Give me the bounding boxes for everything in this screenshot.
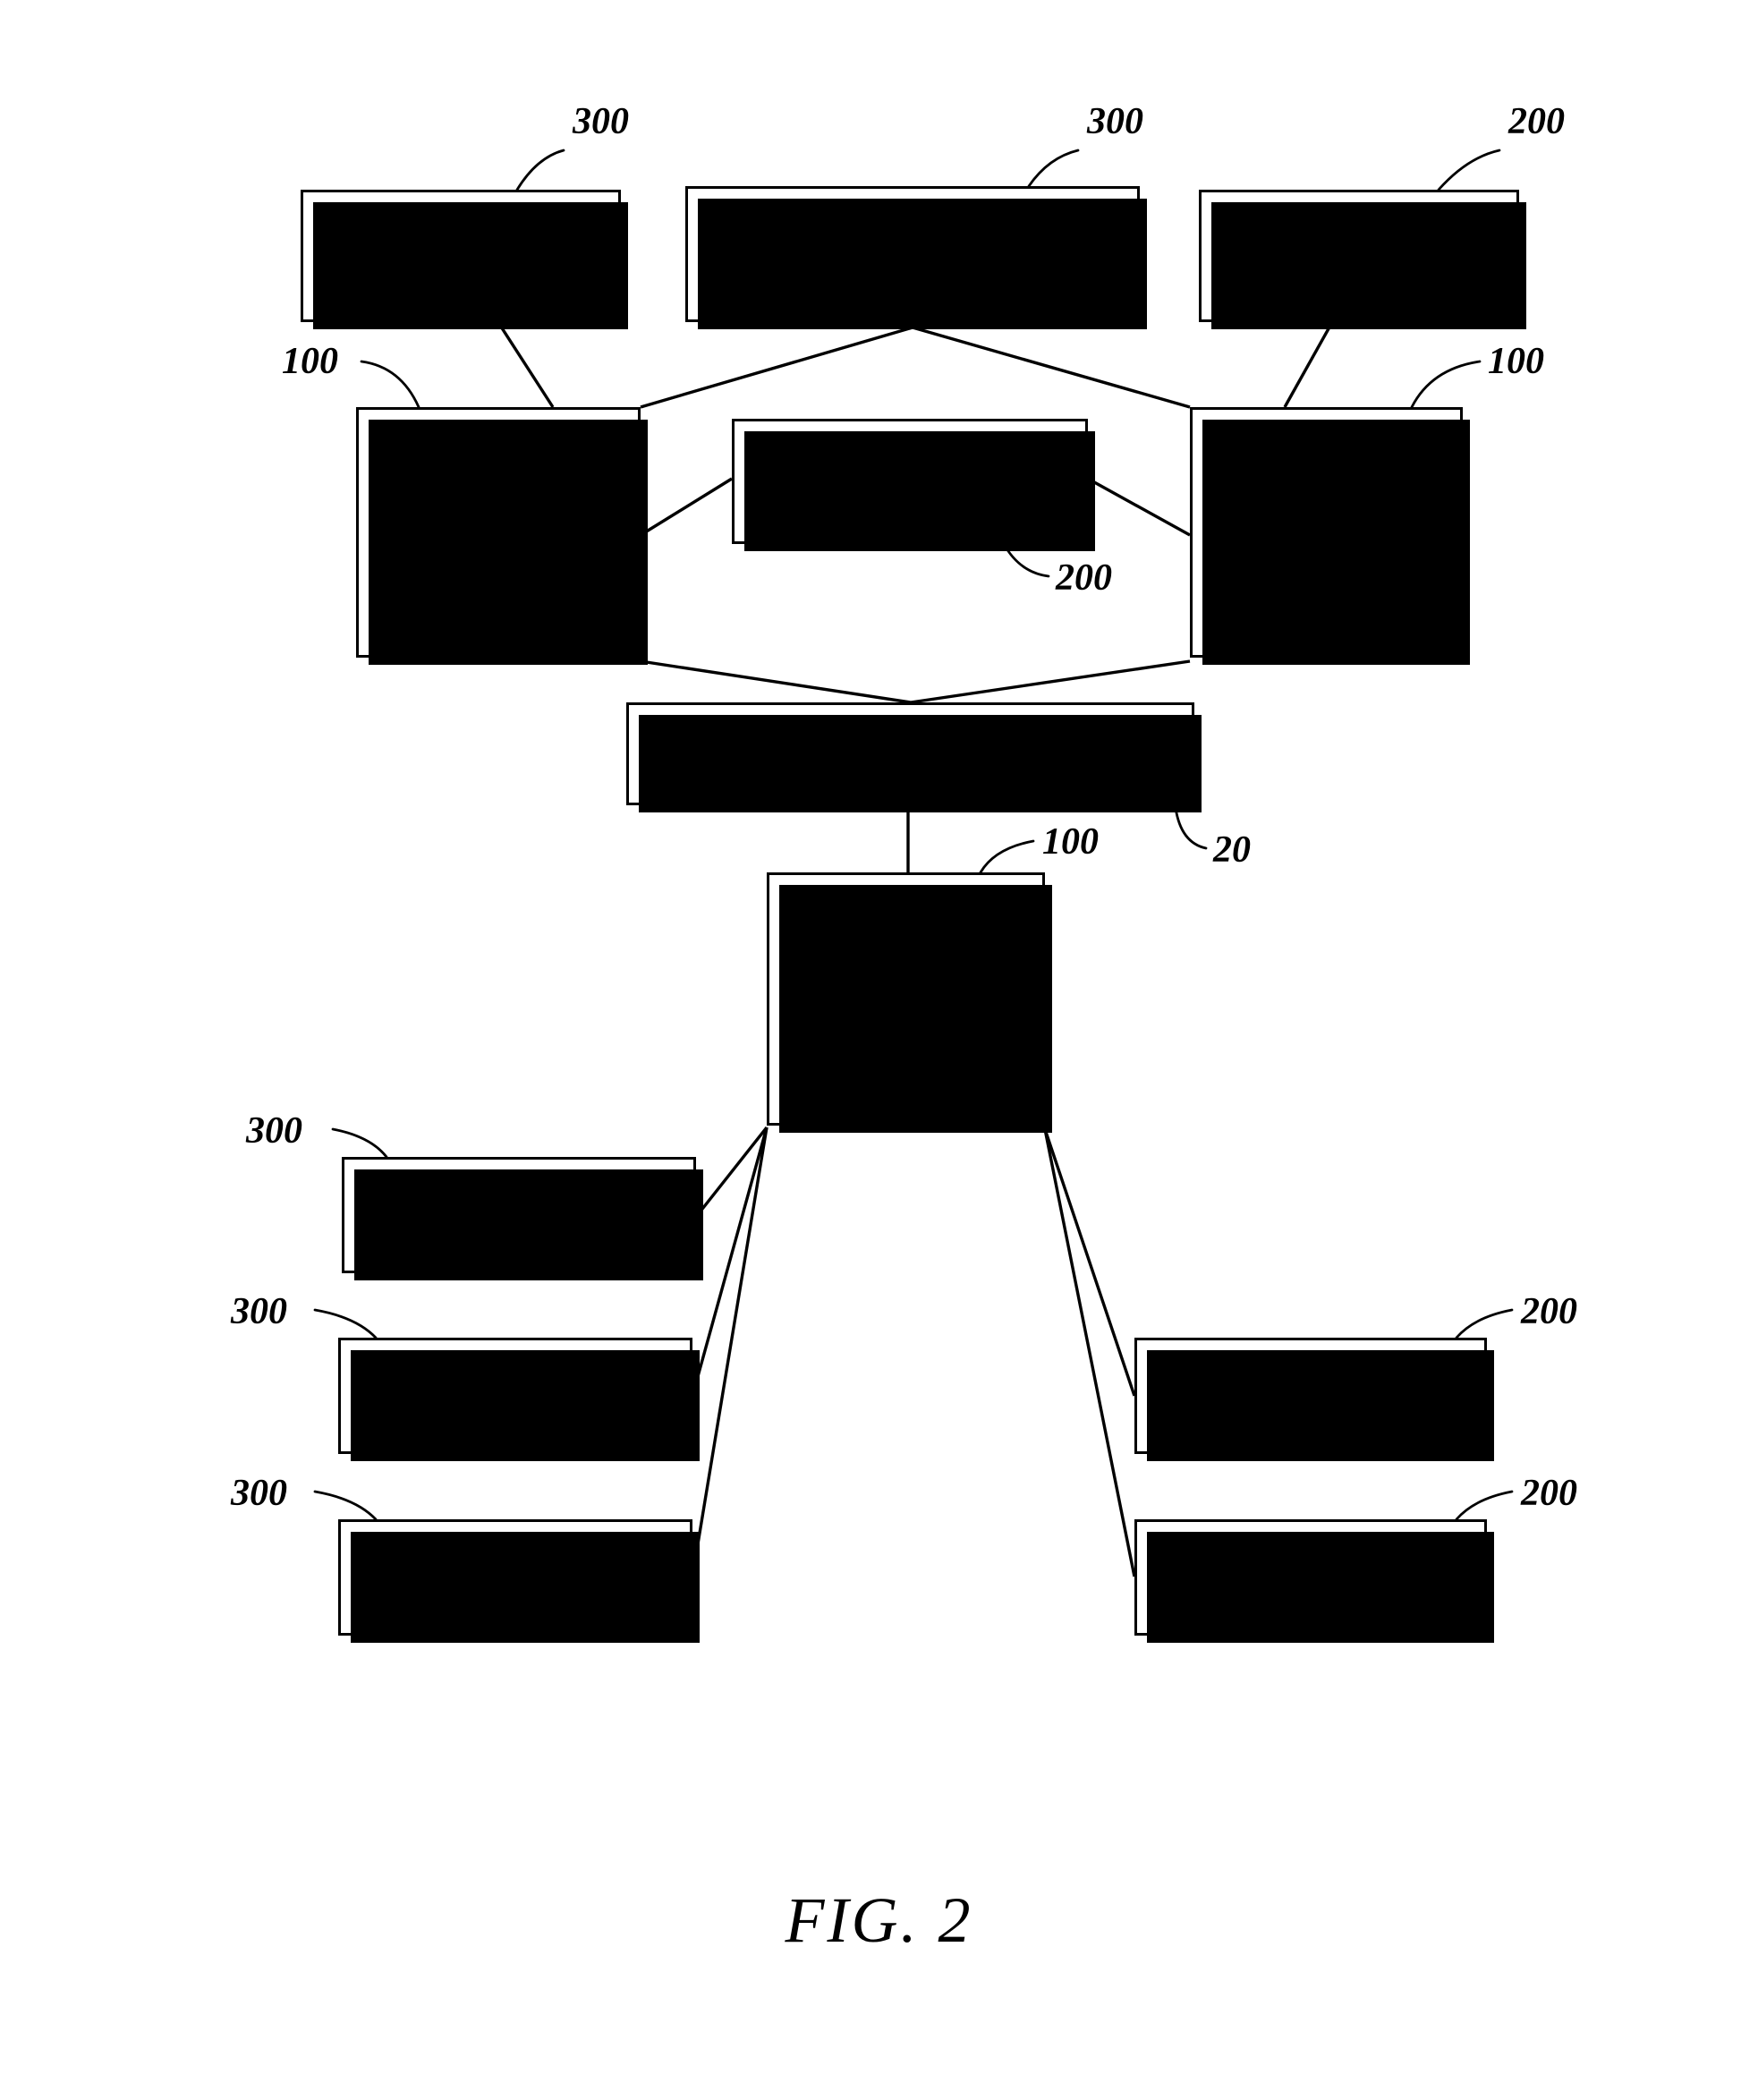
- node-affiliate-top-right[interactable]: Affiliate: [1199, 190, 1526, 329]
- node-label: Affiliate: [1304, 237, 1414, 275]
- ref-numeral-200-a: 200: [1508, 101, 1565, 142]
- node-adv-top-center[interactable]: Advertiser: [685, 186, 1147, 329]
- ref-numeral-200-d: 200: [1521, 1473, 1577, 1514]
- leader-ref-100-a: [360, 360, 420, 409]
- leader-ref-300-d: [313, 1308, 378, 1339]
- leader-ref-100-b: [1410, 360, 1482, 409]
- ref-numeral-100-a: 100: [282, 341, 338, 382]
- node-control-center[interactable]: Control Center: [626, 702, 1202, 812]
- leader-ref-200-c: [1455, 1308, 1514, 1339]
- link-adv-top-center-to-network-right: [912, 326, 1191, 409]
- node-label: Affiliate: [1255, 1377, 1366, 1415]
- link-network-left-to-affiliate-center: [640, 477, 733, 537]
- link-network-main-to-adv-bottom-2: [691, 1127, 769, 1397]
- ref-numeral-300-d: 300: [231, 1291, 287, 1332]
- node-label: Advertiser: [443, 1196, 595, 1234]
- node-network-right[interactable]: Affiliate Network: [1190, 407, 1470, 665]
- node-label: Affiliate Network: [437, 493, 560, 571]
- node-adv-bottom-3[interactable]: Advertiser: [338, 1519, 700, 1643]
- link-adv-top-center-to-network-left: [640, 326, 913, 409]
- node-label: Affiliate Network: [1264, 493, 1389, 571]
- leader-ref-300-c: [331, 1127, 388, 1159]
- node-label: Advertiser: [837, 235, 989, 273]
- leader-ref-300-e: [313, 1490, 378, 1521]
- link-affiliate-top-right-to-network-right: [1283, 323, 1333, 408]
- ref-numeral-100-c: 100: [1042, 821, 1099, 863]
- ref-numeral-300-b: 300: [1087, 101, 1143, 142]
- link-network-right-to-control-center: [910, 659, 1191, 704]
- leader-ref-200-a: [1437, 149, 1501, 191]
- node-label: Affiliate: [854, 463, 965, 500]
- node-label: Affiliate Network: [844, 960, 968, 1038]
- link-network-main-to-affiliate-bottom-2: [1043, 1128, 1136, 1577]
- ref-numeral-300-c: 300: [246, 1110, 302, 1152]
- leader-ref-100-c: [979, 839, 1035, 874]
- leader-ref-20: [1174, 806, 1208, 850]
- figure-caption: FIG. 2: [785, 1884, 973, 1956]
- ref-numeral-300-a: 300: [573, 101, 629, 142]
- ref-numeral-20: 20: [1213, 829, 1251, 871]
- node-affiliate-center[interactable]: Affiliate: [732, 419, 1095, 551]
- leader-ref-200-d: [1455, 1490, 1514, 1521]
- leader-ref-300-b: [1027, 149, 1080, 188]
- link-adv-top-left-to-network-left: [497, 323, 555, 408]
- node-adv-bottom-1[interactable]: Advertiser: [342, 1157, 703, 1280]
- link-network-left-to-control-center: [640, 659, 912, 704]
- node-affiliate-bottom-2[interactable]: Affiliate: [1134, 1519, 1494, 1643]
- link-network-main-to-adv-bottom-1: [694, 1126, 769, 1219]
- node-adv-bottom-2[interactable]: Advertiser: [338, 1338, 700, 1461]
- node-label: Affiliate: [1255, 1559, 1366, 1596]
- patent-figure: Advertiser Advertiser Affiliate Affiliat…: [0, 0, 1758, 2100]
- link-network-main-to-affiliate-bottom-1: [1043, 1128, 1136, 1397]
- node-network-left[interactable]: Affiliate Network: [356, 407, 648, 665]
- ref-numeral-200-b: 200: [1056, 557, 1112, 599]
- node-network-main[interactable]: Affiliate Network: [767, 872, 1052, 1133]
- ref-numeral-200-c: 200: [1521, 1291, 1577, 1332]
- node-label: Control Center: [801, 735, 1020, 772]
- node-affiliate-bottom-1[interactable]: Affiliate: [1134, 1338, 1494, 1461]
- ref-numeral-300-e: 300: [231, 1473, 287, 1514]
- node-label: Advertiser: [439, 1377, 591, 1415]
- ref-numeral-100-b: 100: [1488, 341, 1544, 382]
- node-adv-top-left[interactable]: Advertiser: [301, 190, 628, 329]
- leader-ref-300-a: [515, 149, 565, 191]
- link-affiliate-center-to-network-right: [1087, 477, 1191, 537]
- node-label: Advertiser: [385, 237, 537, 275]
- link-network-main-to-adv-bottom-3: [691, 1127, 769, 1577]
- node-label: Advertiser: [439, 1559, 591, 1596]
